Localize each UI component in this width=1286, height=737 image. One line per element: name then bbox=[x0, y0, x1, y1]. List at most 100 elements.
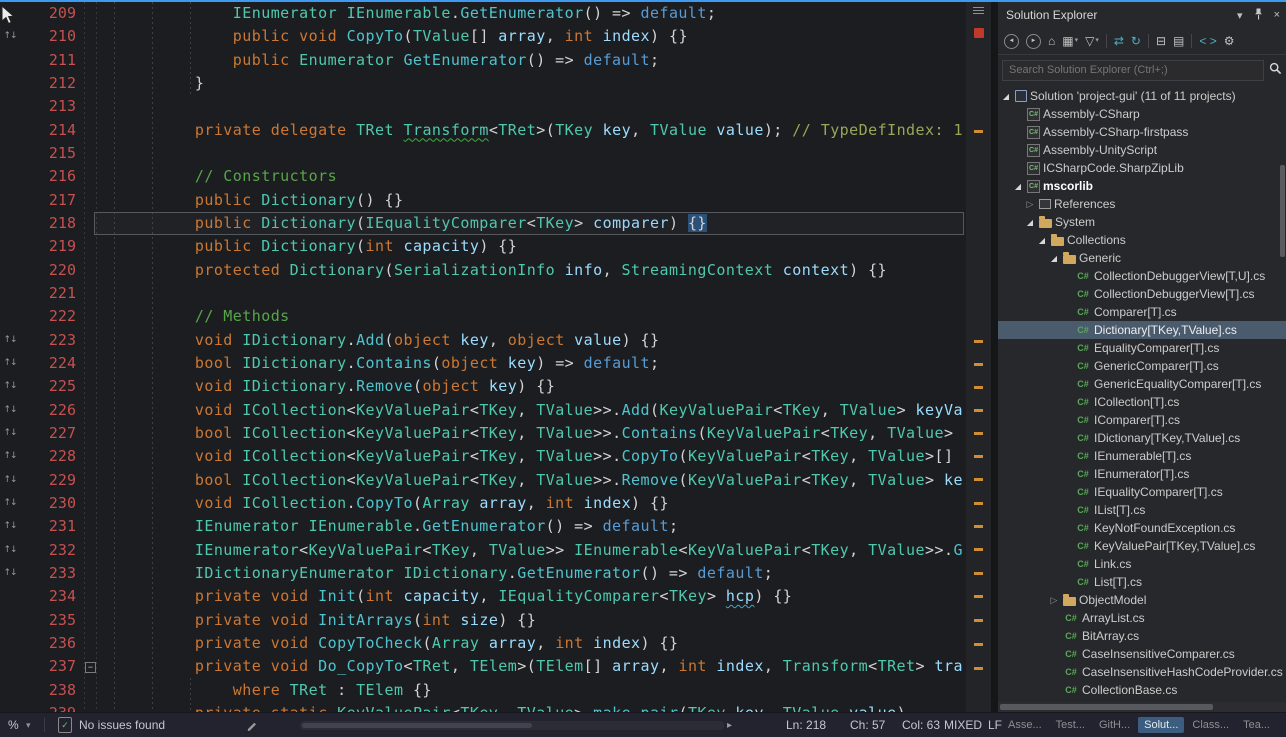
tool-window-tab[interactable]: Test... bbox=[1050, 717, 1091, 733]
chevron-expanded-icon[interactable]: ◢ bbox=[1012, 182, 1024, 191]
code-line[interactable]: 214 private delegate TRet Transform<TRet… bbox=[0, 119, 966, 142]
zoom-caret-icon[interactable]: ▾ bbox=[26, 713, 31, 737]
chevron-expanded-icon[interactable]: ◢ bbox=[1036, 236, 1048, 245]
chevron-expanded-icon[interactable]: ◢ bbox=[1024, 218, 1036, 227]
code-line[interactable]: ↑↓226 void ICollection<KeyValuePair<TKey… bbox=[0, 399, 966, 422]
tree-item[interactable]: C#Comparer[T].cs bbox=[998, 303, 1286, 321]
window-position-menu-icon[interactable]: ▾ bbox=[1237, 9, 1243, 22]
code-line[interactable]: 239 private static KeyValuePair<TKey, TV… bbox=[0, 702, 966, 712]
tree-item[interactable]: C#IEqualityComparer[T].cs bbox=[998, 483, 1286, 501]
forward-icon[interactable]: ► bbox=[1026, 34, 1041, 49]
line-number[interactable]: 234 bbox=[20, 585, 82, 608]
code-line[interactable]: ↑↓223 void IDictionary.Add(object key, o… bbox=[0, 329, 966, 352]
line-number[interactable]: 227 bbox=[20, 422, 82, 445]
code-line[interactable]: 237 private void Do_CopyTo<TRet, TElem>(… bbox=[0, 655, 966, 678]
panel-vertical-scrollbar[interactable] bbox=[1280, 165, 1285, 257]
code-line[interactable]: ↑↓231 IEnumerator IEnumerable.GetEnumera… bbox=[0, 515, 966, 538]
tree-item[interactable]: C#Assembly-CSharp-firstpass bbox=[998, 123, 1286, 141]
scroll-right-arrow-icon[interactable]: ▸ bbox=[727, 713, 732, 737]
code-line[interactable]: 213 bbox=[0, 95, 966, 118]
panel-horizontal-scrollbar[interactable] bbox=[998, 702, 1286, 712]
search-icon[interactable] bbox=[1269, 62, 1282, 78]
tree-item[interactable]: C#IDictionary[TKey,TValue].cs bbox=[998, 429, 1286, 447]
code-line[interactable]: 235 private void InitArrays(int size) {} bbox=[0, 609, 966, 632]
code-line[interactable]: ↑↓210 public void CopyTo(TValue[] array,… bbox=[0, 25, 966, 48]
properties-icon[interactable]: ⚙ bbox=[1224, 35, 1235, 47]
code-line[interactable]: 217 public Dictionary() {} bbox=[0, 189, 966, 212]
code-line[interactable]: ↑↓233 IDictionaryEnumerator IDictionary.… bbox=[0, 562, 966, 585]
tree-item[interactable]: C#CollectionDebuggerView[T,U].cs bbox=[998, 267, 1286, 285]
tree-item[interactable]: C#IList[T].cs bbox=[998, 501, 1286, 519]
tree-item[interactable]: ▷References bbox=[998, 195, 1286, 213]
line-number[interactable]: 229 bbox=[20, 469, 82, 492]
line-number[interactable]: 220 bbox=[20, 259, 82, 282]
tool-window-tab[interactable]: Class... bbox=[1186, 717, 1235, 733]
line-number[interactable]: 223 bbox=[20, 329, 82, 352]
tree-item[interactable]: C#KeyNotFoundException.cs bbox=[998, 519, 1286, 537]
tool-window-tab[interactable]: GitH... bbox=[1093, 717, 1136, 733]
tree-item[interactable]: C#GenericEqualityComparer[T].cs bbox=[998, 375, 1286, 393]
code-line[interactable]: 219 public Dictionary(int capacity) {} bbox=[0, 235, 966, 258]
tree-item[interactable]: ◢Solution 'project-gui' (11 of 11 projec… bbox=[998, 87, 1286, 105]
code-editor[interactable]: 209 IEnumerator IEnumerable.GetEnumerato… bbox=[0, 2, 966, 712]
zoom-control[interactable]: % bbox=[8, 713, 19, 737]
status-char[interactable]: Ch: 57 bbox=[850, 713, 885, 737]
chevron-collapsed-icon[interactable]: ▷ bbox=[1024, 199, 1036, 210]
member-implements-icon[interactable]: ↑↓ bbox=[0, 329, 20, 352]
back-icon[interactable]: ◄ bbox=[1004, 34, 1019, 49]
line-number[interactable]: 217 bbox=[20, 189, 82, 212]
line-number[interactable]: 239 bbox=[20, 702, 82, 712]
code-line[interactable]: 234 private void Init(int capacity, IEqu… bbox=[0, 585, 966, 608]
line-number[interactable]: 222 bbox=[20, 305, 82, 328]
code-line[interactable]: ↑↓229 bool ICollection<KeyValuePair<TKey… bbox=[0, 469, 966, 492]
line-number[interactable]: 225 bbox=[20, 375, 82, 398]
line-number[interactable]: 213 bbox=[20, 95, 82, 118]
line-number[interactable]: 236 bbox=[20, 632, 82, 655]
line-number[interactable]: 226 bbox=[20, 399, 82, 422]
tree-item[interactable]: C#GenericComparer[T].cs bbox=[998, 357, 1286, 375]
member-implements-icon[interactable]: ↑↓ bbox=[0, 562, 20, 585]
refresh-icon[interactable]: ↻ bbox=[1131, 35, 1141, 47]
tree-item[interactable]: ◢System bbox=[998, 213, 1286, 231]
tree-item[interactable]: C#Dictionary[TKey,TValue].cs bbox=[998, 321, 1286, 339]
home-icon[interactable]: ⌂ bbox=[1048, 35, 1055, 47]
code-line[interactable]: 215 bbox=[0, 142, 966, 165]
code-line[interactable]: 238 where TRet : TElem {} bbox=[0, 679, 966, 702]
line-number[interactable]: 211 bbox=[20, 49, 82, 72]
code-line[interactable]: ↑↓230 void ICollection.CopyTo(Array arra… bbox=[0, 492, 966, 515]
tree-item[interactable]: C#CaseInsensitiveHashCodeProvider.cs bbox=[998, 663, 1286, 681]
code-line[interactable]: 216 // Constructors bbox=[0, 165, 966, 188]
tool-window-tab[interactable]: Solut... bbox=[1138, 717, 1184, 733]
tool-window-tab[interactable]: Asse... bbox=[1002, 717, 1048, 733]
member-implements-icon[interactable]: ↑↓ bbox=[0, 399, 20, 422]
scrollbar-thumb[interactable] bbox=[1000, 704, 1213, 710]
panel-splitter[interactable] bbox=[991, 2, 998, 712]
chevron-expanded-icon[interactable]: ◢ bbox=[1000, 92, 1012, 101]
member-implements-icon[interactable]: ↑↓ bbox=[0, 352, 20, 375]
tree-item[interactable]: C#ICSharpCode.SharpZipLib bbox=[998, 159, 1286, 177]
code-line[interactable]: 212 } bbox=[0, 72, 966, 95]
scrollbar-thumb[interactable] bbox=[302, 723, 532, 728]
editor-overview-ruler[interactable] bbox=[966, 2, 991, 712]
tree-item[interactable]: C#ICollection[T].cs bbox=[998, 393, 1286, 411]
show-all-files-icon[interactable]: ▤ bbox=[1173, 35, 1184, 47]
chevron-collapsed-icon[interactable]: ▷ bbox=[1048, 595, 1060, 606]
chevron-expanded-icon[interactable]: ◢ bbox=[1048, 254, 1060, 263]
document-errors-indicator[interactable] bbox=[974, 28, 984, 38]
line-number[interactable]: 224 bbox=[20, 352, 82, 375]
status-col[interactable]: Col: 63 bbox=[902, 713, 940, 737]
status-eol[interactable]: LF bbox=[988, 713, 1002, 737]
tree-item[interactable]: C#CollectionDebuggerView[T].cs bbox=[998, 285, 1286, 303]
tree-item[interactable]: C#List[T].cs bbox=[998, 573, 1286, 591]
line-number[interactable]: 233 bbox=[20, 562, 82, 585]
tree-item[interactable]: C#IEnumerable[T].cs bbox=[998, 447, 1286, 465]
member-implements-icon[interactable]: ↑↓ bbox=[0, 375, 20, 398]
code-line[interactable]: ↑↓225 void IDictionary.Remove(object key… bbox=[0, 375, 966, 398]
health-indicator[interactable]: ✓ No issues found bbox=[58, 713, 165, 737]
line-number[interactable]: 215 bbox=[20, 142, 82, 165]
tree-item[interactable]: C#CaseInsensitiveComparer.cs bbox=[998, 645, 1286, 663]
fold-collapse-icon[interactable]: − bbox=[85, 662, 96, 673]
pen-icon[interactable] bbox=[246, 713, 258, 737]
code-view-icon[interactable]: < > bbox=[1199, 35, 1216, 47]
tree-item[interactable]: C#Link.cs bbox=[998, 555, 1286, 573]
